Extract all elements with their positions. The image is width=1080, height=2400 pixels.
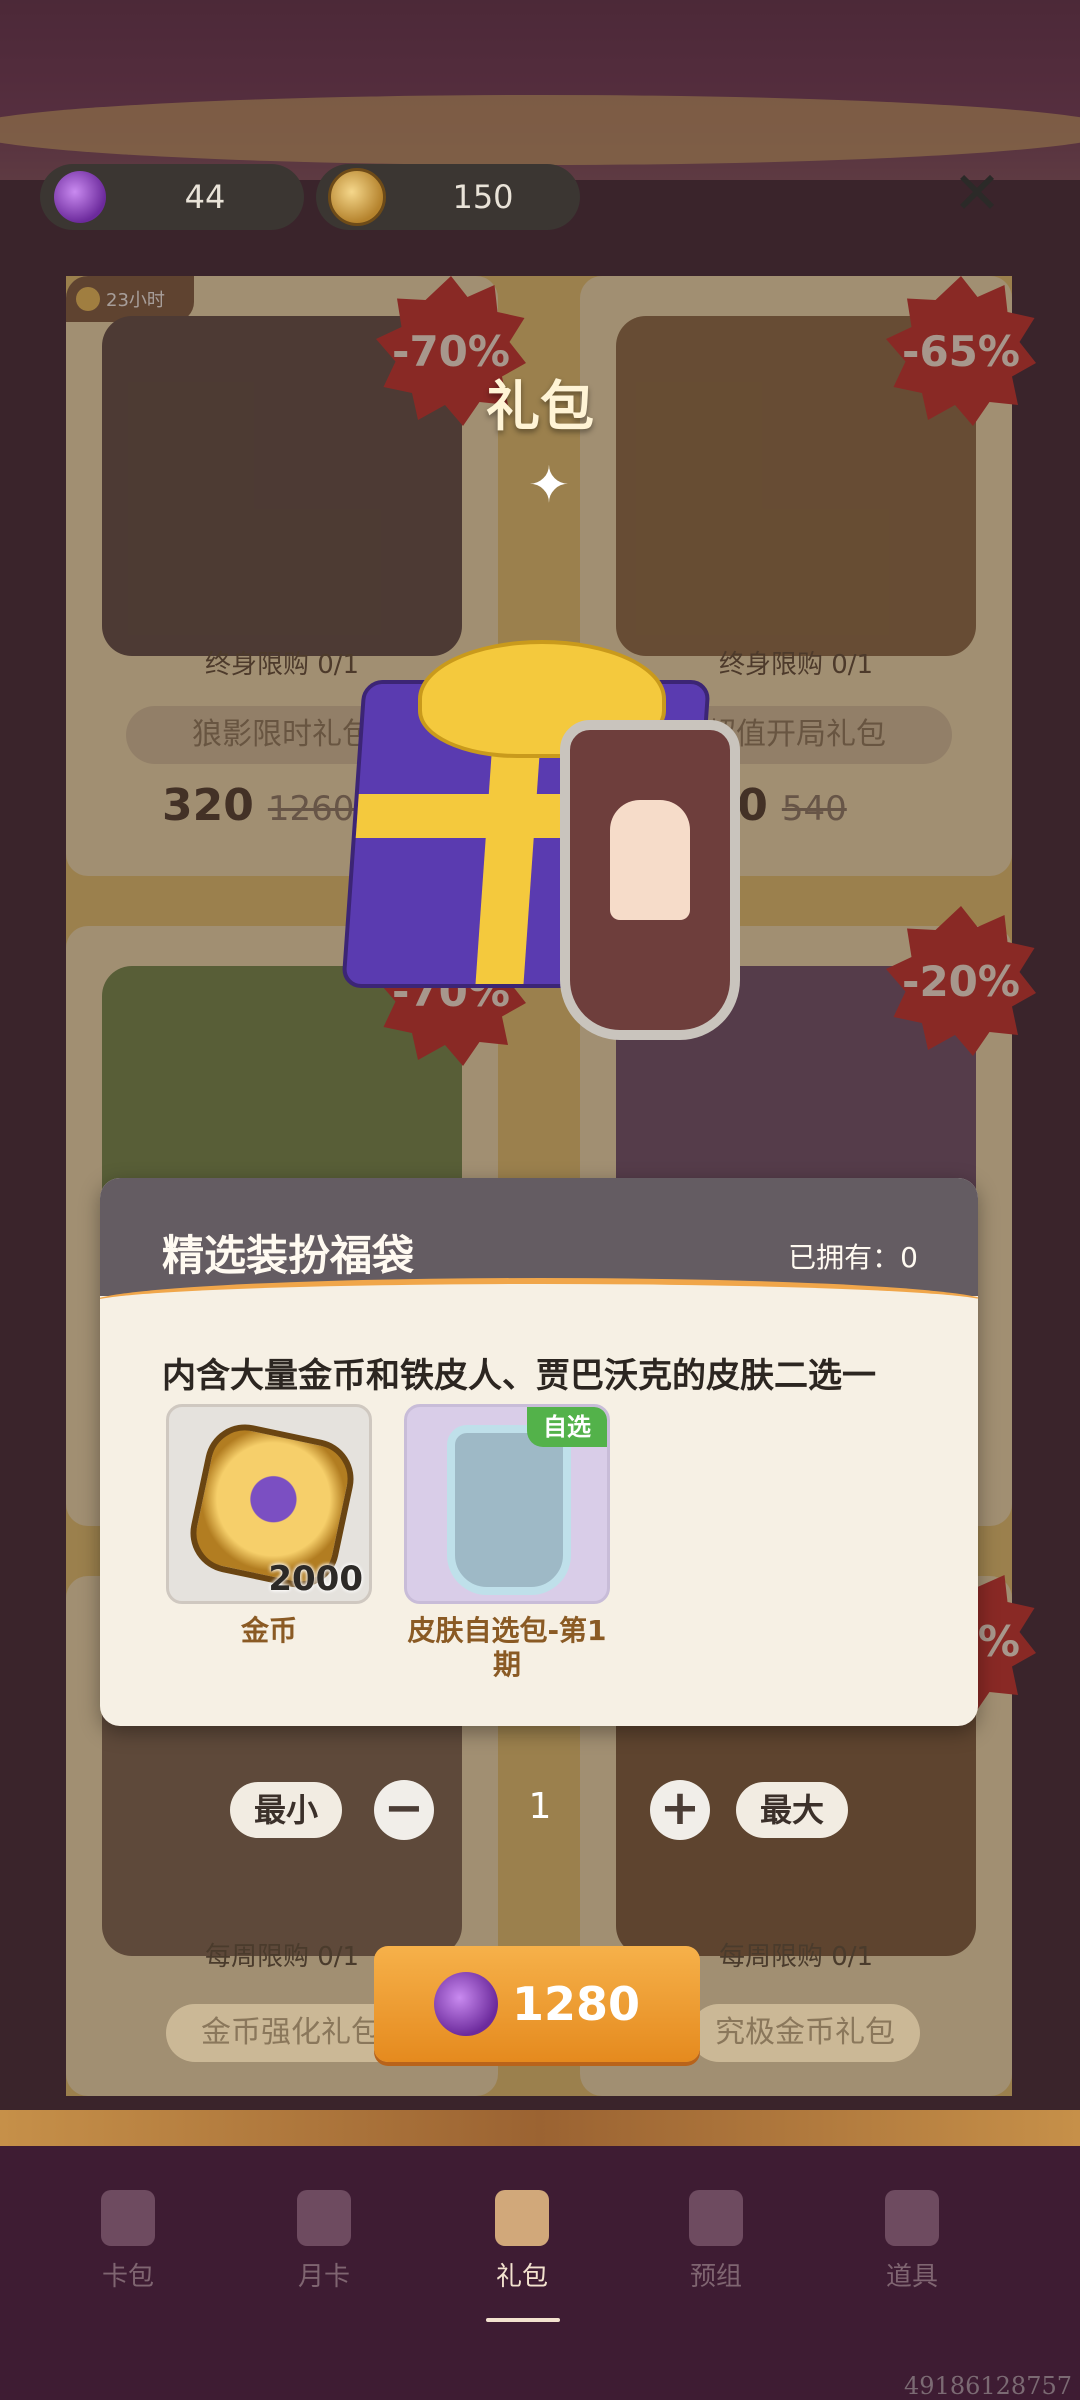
select-tag: 自选 xyxy=(527,1407,607,1447)
panel-description: 内含大量金币和铁皮人、贾巴沃克的皮肤二选一 xyxy=(162,1356,876,1396)
candy-icon xyxy=(433,1972,498,2036)
tab-preset-deck[interactable]: 预组 xyxy=(646,2190,786,2293)
decrease-button[interactable]: − xyxy=(374,1780,434,1840)
watermark: 49186128757 xyxy=(904,2372,1072,2400)
armor-shield-icon xyxy=(560,720,740,1040)
coin-icon xyxy=(328,168,386,226)
tab-label: 道具 xyxy=(885,2262,938,2292)
armor-icon xyxy=(447,1425,571,1595)
pack-detail-panel: 精选装扮福袋 已拥有：0 内含大量金币和铁皮人、贾巴沃克的皮肤二选一 2000 … xyxy=(100,1178,978,1726)
reward-item[interactable]: 2000 金币 xyxy=(166,1404,372,1648)
nav-border xyxy=(0,2110,1080,2150)
close-icon[interactable]: ✕ xyxy=(950,164,1004,222)
reward-quantity: 2000 xyxy=(268,1559,363,1599)
buy-button[interactable]: 1280 xyxy=(374,1946,700,2062)
coin-amount: 150 xyxy=(452,178,514,216)
sparkle-icon: ✦ xyxy=(528,456,570,514)
reward-label: 金币 xyxy=(240,1614,297,1647)
tab-card-pack[interactable]: 卡包 xyxy=(58,2190,198,2293)
monthly-card-icon xyxy=(297,2190,351,2246)
tab-label: 月卡 xyxy=(297,2262,350,2292)
owned-count: 已拥有：0 xyxy=(788,1241,918,1274)
deck-icon xyxy=(689,2190,743,2246)
buy-price: 1280 xyxy=(511,1977,641,2031)
items-icon xyxy=(885,2190,939,2246)
candy-balance[interactable]: 44 xyxy=(40,164,304,230)
coin-balance[interactable]: 150 xyxy=(316,164,580,230)
pack-name: 究极金币礼包 xyxy=(690,2004,920,2062)
card-pack-icon xyxy=(101,2190,155,2246)
active-tab-indicator xyxy=(486,2318,560,2322)
panel-title: 精选装扮福袋 xyxy=(162,1231,415,1280)
reward-item[interactable]: 自选 皮肤自选包-第1期 xyxy=(404,1404,610,1682)
tab-gift-pack[interactable]: 礼包 xyxy=(452,2190,592,2293)
candy-icon xyxy=(54,171,106,223)
tab-label: 卡包 xyxy=(101,2262,154,2292)
increase-button[interactable]: + xyxy=(650,1780,710,1840)
tab-label: 礼包 xyxy=(495,2262,548,2292)
max-quantity-button[interactable]: 最大 xyxy=(736,1782,848,1838)
min-quantity-button[interactable]: 最小 xyxy=(230,1782,342,1838)
gift-icon xyxy=(495,2190,549,2246)
tab-monthly-card[interactable]: 月卡 xyxy=(254,2190,394,2293)
candy-amount: 44 xyxy=(184,178,226,216)
quantity-value[interactable]: 1 xyxy=(500,1786,580,1827)
reveal-title: 礼包 xyxy=(486,375,594,438)
reward-label: 皮肤自选包-第1期 xyxy=(407,1614,607,1681)
tab-items[interactable]: 道具 xyxy=(842,2190,982,2293)
tab-label: 预组 xyxy=(689,2262,742,2292)
